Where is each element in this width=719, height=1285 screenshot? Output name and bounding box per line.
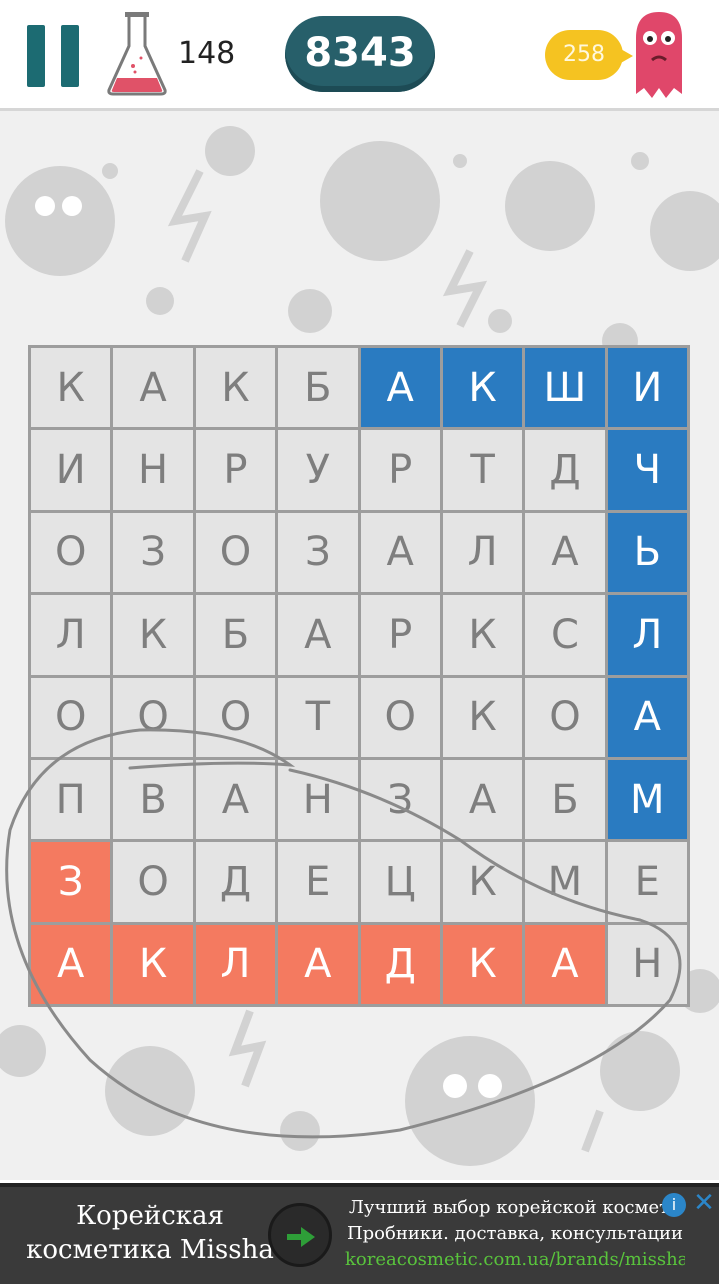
grid-cell-r0-c1[interactable]: А <box>113 348 193 428</box>
grid-cell-r6-c0[interactable]: З <box>31 842 111 922</box>
grid-cell-r7-c7[interactable]: Н <box>607 924 687 1004</box>
grid-cell-r5-c2[interactable]: А <box>195 759 276 840</box>
pause-icon-bar-right <box>61 25 79 87</box>
grid-cell-r0-c2[interactable]: К <box>195 348 276 428</box>
top-bar: 148 8343 258 <box>0 0 719 111</box>
grid-cell-r7-c2[interactable]: Л <box>195 924 276 1004</box>
grid-cell-r1-c7[interactable]: Ч <box>607 430 687 510</box>
bubble-count: 258 <box>545 30 633 80</box>
flask-count: 148 <box>178 36 236 71</box>
grid-cell-r6-c2[interactable]: Д <box>195 842 276 922</box>
grid-cell-r3-c6[interactable]: С <box>525 595 605 675</box>
grid-cell-r6-c5[interactable]: К <box>442 842 523 922</box>
grid-cell-r3-c5[interactable]: К <box>442 595 523 675</box>
grid-cell-r2-c3[interactable]: З <box>278 512 358 593</box>
grid-cell-r0-c5[interactable]: К <box>442 348 523 428</box>
grid-cell-r7-c1[interactable]: К <box>113 924 193 1004</box>
ad-line2: Пробники. доставка, консультации <box>346 1223 684 1244</box>
close-icon[interactable]: ✕ <box>690 1189 718 1217</box>
grid-cell-r4-c6[interactable]: О <box>525 677 605 757</box>
grid-cell-r5-c5[interactable]: А <box>442 759 523 840</box>
grid-cell-r2-c0[interactable]: О <box>31 512 111 593</box>
grid-cell-r0-c7[interactable]: И <box>607 348 687 428</box>
grid-cell-r1-c1[interactable]: Н <box>113 430 193 510</box>
pause-button[interactable] <box>27 25 79 87</box>
score-display: 8343 <box>285 16 435 92</box>
grid-cell-r7-c0[interactable]: А <box>31 924 111 1004</box>
grid-cell-r2-c2[interactable]: О <box>195 512 276 593</box>
ad-banner[interactable]: Корейская косметика Missha Лучший выбор … <box>0 1183 719 1284</box>
grid-cell-r5-c1[interactable]: В <box>113 759 193 840</box>
grid-cell-r7-c6[interactable]: А <box>525 924 605 1004</box>
grid-cell-r1-c2[interactable]: Р <box>195 430 276 510</box>
grid-cell-r3-c3[interactable]: А <box>278 595 358 675</box>
grid-cell-r0-c6[interactable]: Ш <box>525 348 605 428</box>
grid-cell-r7-c5[interactable]: К <box>442 924 523 1004</box>
grid-cell-r6-c3[interactable]: Е <box>278 842 358 922</box>
grid-cell-r0-c4[interactable]: А <box>360 348 440 428</box>
grid-cell-r6-c6[interactable]: М <box>525 842 605 922</box>
grid-cell-r5-c4[interactable]: З <box>360 759 440 840</box>
ad-description[interactable]: Лучший выбор корейской космети Пробники.… <box>345 1195 685 1285</box>
pause-icon-bar-left <box>27 25 45 87</box>
grid-cell-r4-c1[interactable]: О <box>113 677 193 757</box>
grid-cell-r5-c6[interactable]: Б <box>525 759 605 840</box>
grid-cell-r4-c4[interactable]: О <box>360 677 440 757</box>
ad-headline-line1: Корейская <box>76 1201 224 1231</box>
grid-cell-r2-c5[interactable]: Л <box>442 512 523 593</box>
ad-url[interactable]: koreacosmetic.com.ua/brands/missha <box>345 1247 685 1273</box>
grid-cell-r0-c3[interactable]: Б <box>278 348 358 428</box>
grid-cell-r5-c0[interactable]: П <box>31 759 111 840</box>
grid-cell-r5-c3[interactable]: Н <box>278 759 358 840</box>
grid-cell-r2-c7[interactable]: Ь <box>607 512 687 593</box>
grid-cell-r4-c0[interactable]: О <box>31 677 111 757</box>
grid-cell-r2-c1[interactable]: З <box>113 512 193 593</box>
ad-headline-line2: косметика Missha <box>26 1235 274 1265</box>
grid-cell-r3-c0[interactable]: Л <box>31 595 111 675</box>
ad-headline[interactable]: Корейская косметика Missha <box>0 1187 300 1284</box>
grid-cell-r4-c7[interactable]: А <box>607 677 687 757</box>
grid-cell-r2-c4[interactable]: А <box>360 512 440 593</box>
flask-icon <box>107 12 167 96</box>
grid-cell-r4-c2[interactable]: О <box>195 677 276 757</box>
grid-cell-r7-c3[interactable]: А <box>278 924 358 1004</box>
ad-line1: Лучший выбор корейской космети <box>348 1197 682 1218</box>
grid-cell-r6-c1[interactable]: О <box>113 842 193 922</box>
grid-cell-r6-c7[interactable]: Е <box>607 842 687 922</box>
info-icon[interactable]: i <box>662 1193 686 1217</box>
grid-cell-r3-c7[interactable]: Л <box>607 595 687 675</box>
grid-cell-r5-c7[interactable]: М <box>607 759 687 840</box>
grid-cell-r0-c0[interactable]: К <box>31 348 111 428</box>
grid-cell-r7-c4[interactable]: Д <box>360 924 440 1004</box>
grid-cell-r1-c0[interactable]: И <box>31 430 111 510</box>
monster-icon[interactable] <box>628 8 690 104</box>
grid-cell-r1-c3[interactable]: У <box>278 430 358 510</box>
grid-cell-r1-c4[interactable]: Р <box>360 430 440 510</box>
grid-cell-r2-c6[interactable]: А <box>525 512 605 593</box>
grid-cell-r3-c1[interactable]: К <box>113 595 193 675</box>
grid-cell-r1-c6[interactable]: Д <box>525 430 605 510</box>
grid-cell-r6-c4[interactable]: Ц <box>360 842 440 922</box>
grid-cell-r1-c5[interactable]: Т <box>442 430 523 510</box>
arrow-icon[interactable] <box>268 1203 332 1267</box>
grid-cell-r4-c3[interactable]: Т <box>278 677 358 757</box>
letter-grid[interactable]: КАКБАКШИИНРУРТДЧОЗОЗАЛАЬЛКБАРКСЛОООТОКОА… <box>28 345 690 1007</box>
grid-cell-r3-c2[interactable]: Б <box>195 595 276 675</box>
grid-cell-r4-c5[interactable]: К <box>442 677 523 757</box>
grid-cell-r3-c4[interactable]: Р <box>360 595 440 675</box>
